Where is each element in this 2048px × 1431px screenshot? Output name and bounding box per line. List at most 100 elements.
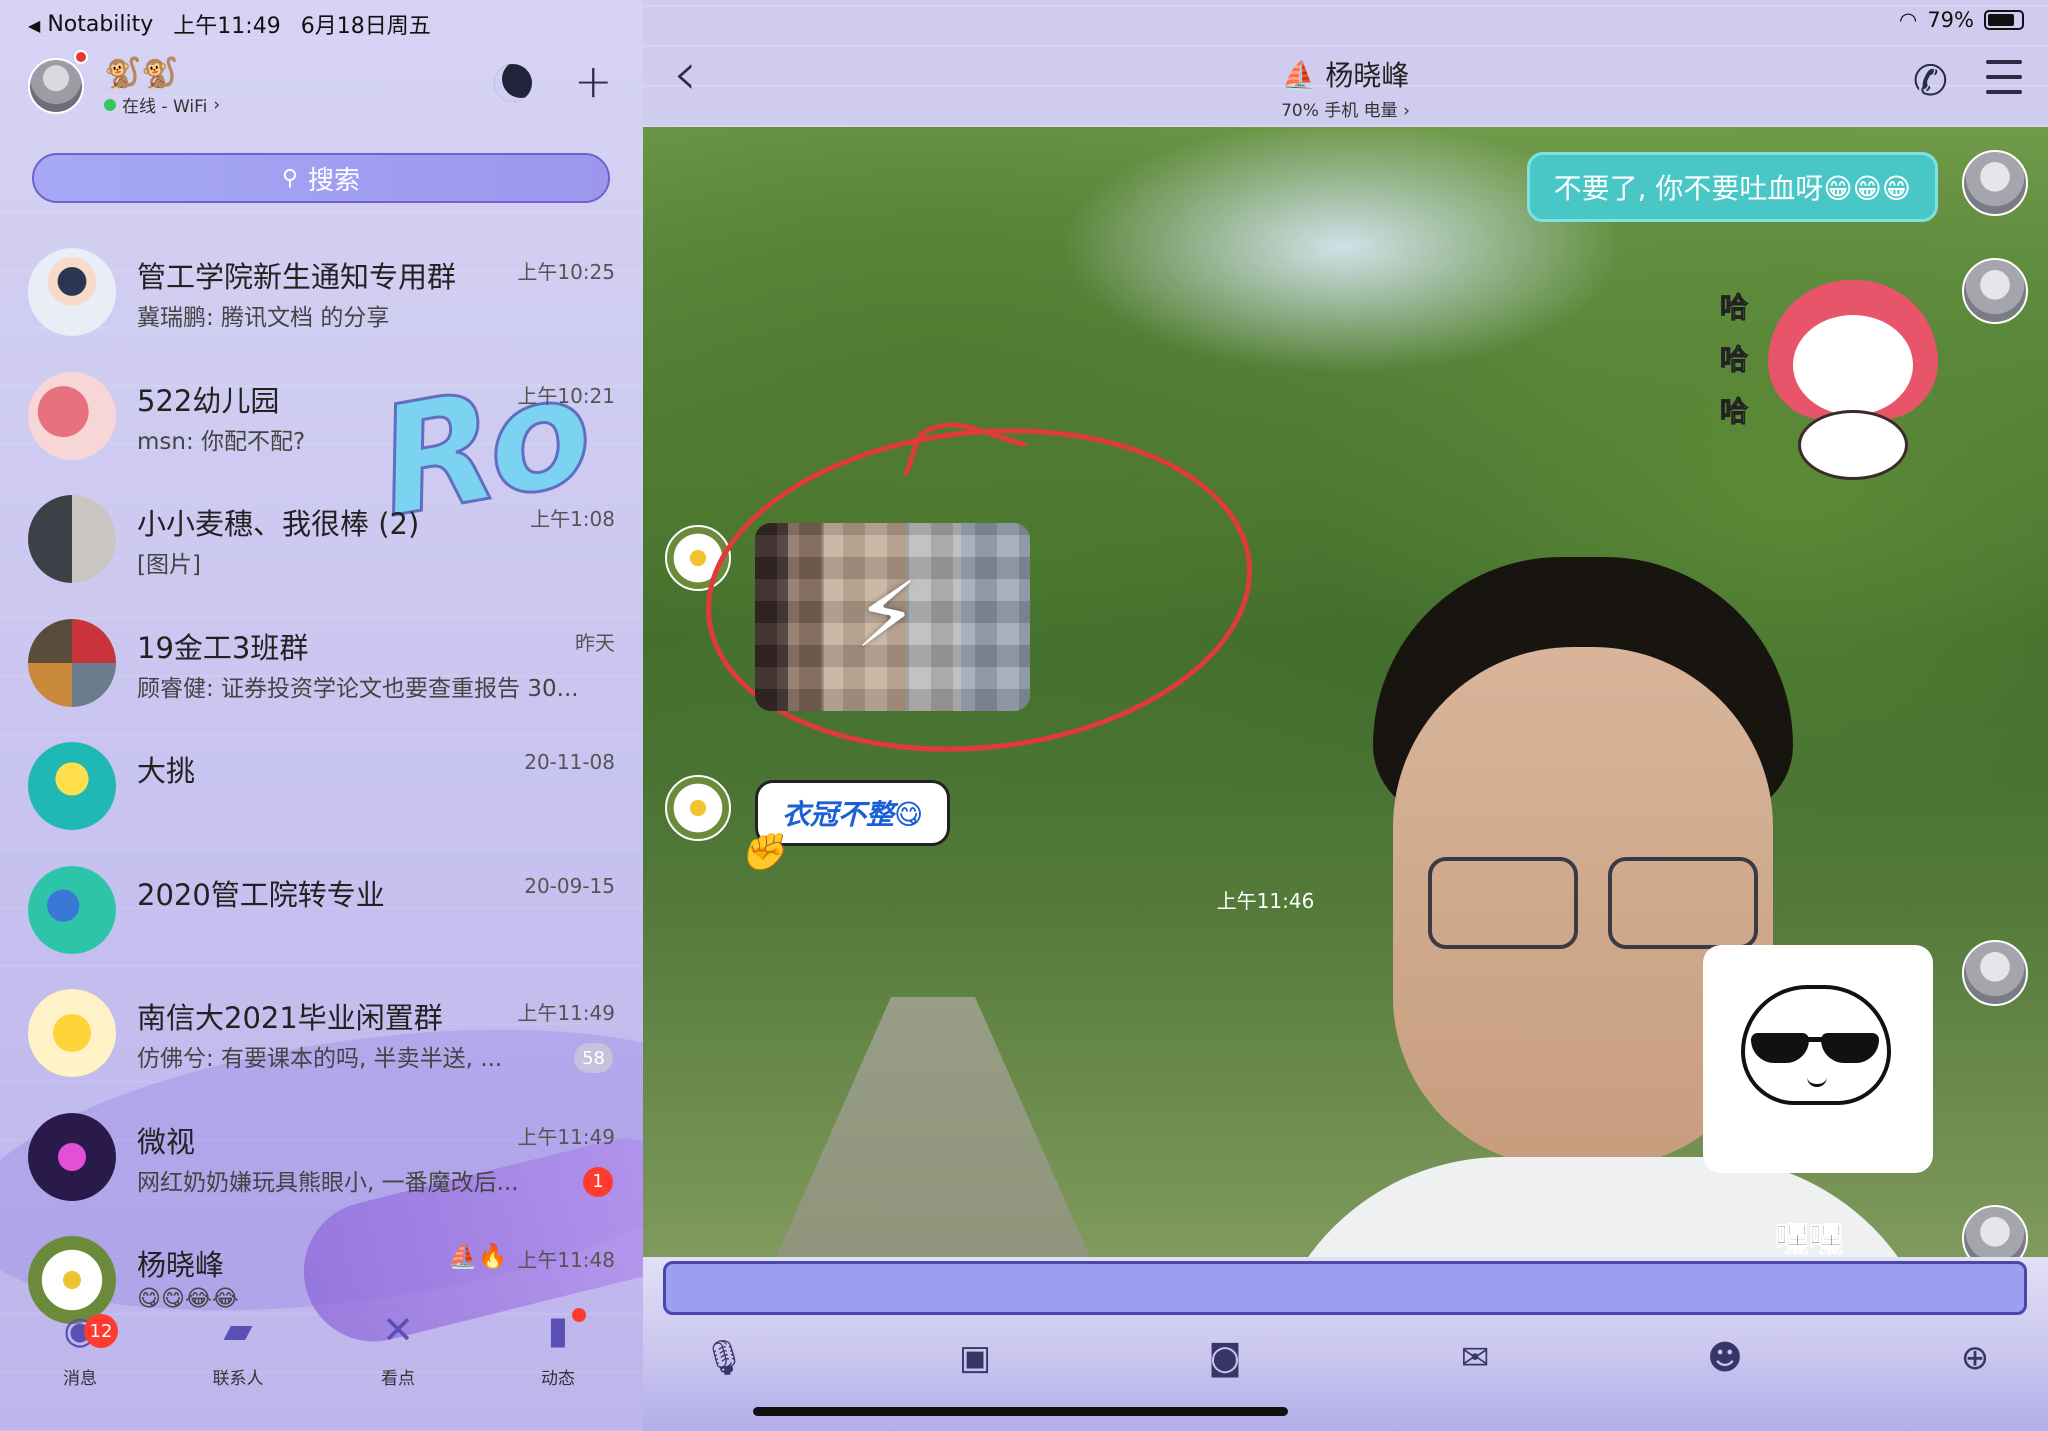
composer-toolbar: 🎙 ▣ ◙ ✉ ☻ ⊕ bbox=[643, 1333, 2048, 1393]
conversation-pane: ◠ 79% ‹ ⛵ 杨晓峰 70% 手机 电量 › ✆ 不要了, 你不要吐血呀😁… bbox=[643, 0, 2048, 1431]
wifi-icon: ◠ bbox=[1898, 8, 1918, 32]
tab-watch[interactable]: ✕ 看点 bbox=[348, 1300, 448, 1389]
avatar-decoration: 🐒🐒 bbox=[104, 56, 179, 91]
watch-icon: ✕ bbox=[382, 1308, 414, 1352]
chat-name: 杨晓峰 bbox=[137, 1248, 225, 1282]
chat-preview: 顾睿健: 证券投资学论文也要查重报告 30... bbox=[137, 675, 579, 702]
chat-time: 20-09-15 bbox=[524, 873, 615, 898]
list-item[interactable]: 大挑 20-11-08 bbox=[0, 724, 643, 848]
unread-badge: 58 bbox=[574, 1043, 613, 1073]
back-to-app-link[interactable]: ◀ Notability bbox=[28, 12, 153, 37]
chat-preview: 冀瑞鹏: 腾讯文档 的分享 bbox=[137, 305, 390, 331]
composer: 🎙 ▣ ◙ ✉ ☻ ⊕ bbox=[643, 1257, 2048, 1431]
chat-time: 昨天 bbox=[575, 630, 615, 655]
conversation-list: 管工学院新生通知专用群 冀瑞鹏: 腾讯文档 的分享 上午10:25 522幼儿园… bbox=[0, 230, 643, 1342]
heihei-sticker-text: 嘿嘿 bbox=[1775, 1220, 1844, 1261]
chat-time: 20-11-08 bbox=[524, 750, 615, 774]
chat-time: 上午11:49 bbox=[517, 1001, 615, 1025]
chat-name: 南信大2021毕业闲置群 bbox=[137, 1001, 443, 1035]
battery-icon bbox=[1984, 10, 2024, 30]
my-avatar[interactable] bbox=[1962, 258, 2028, 324]
chat-time: 上午11:48 bbox=[517, 1248, 615, 1272]
menu-icon[interactable] bbox=[1986, 60, 2022, 94]
avatar bbox=[28, 865, 116, 954]
list-item[interactable]: 南信大2021毕业闲置群 仿佛兮: 有要课本的吗, 半卖半送, ... 上午11… bbox=[0, 971, 643, 1095]
chat-name: 2020管工院转专业 bbox=[137, 877, 385, 912]
tab-feed[interactable]: ▮ 动态 bbox=[508, 1300, 608, 1389]
status-time: 上午11:49 bbox=[173, 14, 281, 39]
chat-name: 小小麦穗、我很棒 (2) bbox=[137, 507, 420, 541]
avatar bbox=[28, 989, 116, 1077]
ha-text: 哈 哈 哈 bbox=[1719, 291, 1748, 429]
chat-preview: 网红奶奶嫌玩具熊眼小, 一番魔改后... bbox=[137, 1169, 519, 1196]
chat-time: 上午10:21 bbox=[517, 383, 615, 408]
chat-list-pane: Ro ◀ Notability 上午11:49 6月18日周五 🐒🐒 在线 - … bbox=[0, 0, 643, 1431]
notification-dot bbox=[74, 50, 88, 64]
plus-icon[interactable]: ⊕ bbox=[1950, 1333, 2000, 1383]
avatar bbox=[28, 742, 116, 830]
online-dot-icon bbox=[104, 98, 116, 111]
rabbit-sticker[interactable] bbox=[1758, 270, 1938, 480]
feed-icon: ▮ bbox=[547, 1308, 569, 1352]
bottom-tab-bar: ◉ 12 消息 ▰ 联系人 ✕ 看点 ▮ 动态 bbox=[0, 1300, 643, 1431]
list-item[interactable]: 522幼儿园 msn: 你配不配? 上午10:21 bbox=[0, 354, 643, 478]
avatar bbox=[28, 371, 116, 460]
avatar bbox=[28, 1112, 116, 1201]
tab-badge: 12 bbox=[84, 1314, 118, 1348]
unread-badge: 1 bbox=[583, 1166, 613, 1197]
flash-photo-message[interactable]: ⚡ bbox=[755, 523, 1030, 711]
chevron-right-icon: › bbox=[213, 94, 221, 115]
status-date: 6月18日周五 bbox=[300, 14, 431, 39]
chat-name: 19金工3班群 bbox=[137, 630, 309, 665]
my-avatar[interactable] bbox=[28, 58, 84, 114]
tab-messages[interactable]: ◉ 12 消息 bbox=[30, 1300, 130, 1389]
contacts-icon: ▰ bbox=[223, 1308, 253, 1352]
chat-preview: 仿佛兮: 有要课本的吗, 半卖半送, ... bbox=[137, 1046, 503, 1072]
emoji-icon[interactable]: ☻ bbox=[1700, 1333, 1750, 1383]
lightning-icon: ⚡ bbox=[855, 563, 919, 668]
message-input[interactable] bbox=[663, 1261, 2027, 1315]
list-item[interactable]: 管工学院新生通知专用群 冀瑞鹏: 腾讯文档 的分享 上午10:25 bbox=[0, 230, 643, 354]
online-status[interactable]: 在线 - WiFi › bbox=[104, 92, 220, 117]
camera-icon[interactable]: ◙ bbox=[1200, 1333, 1250, 1383]
dark-mode-button[interactable] bbox=[494, 64, 532, 102]
list-item[interactable]: 微视 网红奶奶嫌玩具熊眼小, 一番魔改后... 上午11:49 1 bbox=[0, 1095, 643, 1219]
list-item[interactable]: 19金工3班群 顾睿健: 证券投资学论文也要查重报告 30... 昨天 bbox=[0, 601, 643, 725]
fist-icon: ✊ bbox=[740, 832, 785, 873]
battery-percent: 79% bbox=[1927, 8, 1974, 32]
chat-name: 大挑 bbox=[137, 754, 196, 788]
search-input[interactable]: ⚲ 搜索 bbox=[32, 153, 610, 203]
status-bar-right: ◠ 79% bbox=[1899, 8, 2024, 32]
peer-avatar[interactable] bbox=[665, 775, 731, 841]
chat-name: 管工学院新生通知专用群 bbox=[137, 260, 457, 294]
list-item[interactable]: 2020管工院转专业 20-09-15 bbox=[0, 848, 643, 972]
sunglasses-sticker[interactable] bbox=[1703, 945, 1933, 1173]
text-sticker-message[interactable]: 衣冠不整😋 ✊ bbox=[740, 780, 951, 873]
avatar bbox=[28, 618, 116, 707]
tab-contacts[interactable]: ▰ 联系人 bbox=[188, 1300, 288, 1389]
chat-emoji-tag: ⛵🔥 bbox=[448, 1242, 508, 1270]
chat-time: 上午11:49 bbox=[517, 1124, 615, 1149]
chat-header: ◠ 79% ‹ ⛵ 杨晓峰 70% 手机 电量 › ✆ bbox=[643, 0, 2048, 127]
my-message-bubble[interactable]: 不要了, 你不要吐血呀😁😁😁 bbox=[1526, 152, 1938, 222]
search-icon: ⚲ bbox=[281, 165, 299, 191]
chat-name: 微视 bbox=[137, 1124, 196, 1159]
chat-name: 522幼儿园 bbox=[137, 383, 280, 418]
phone-icon[interactable]: ✆ bbox=[1913, 56, 1948, 105]
list-item[interactable]: 小小麦穗、我很棒 (2) [图片] 上午1:08 bbox=[0, 477, 643, 601]
avatar bbox=[28, 248, 116, 336]
chat-time: 上午1:08 bbox=[530, 507, 615, 531]
peer-name[interactable]: ⛵ 杨晓峰 bbox=[643, 54, 2048, 94]
peer-status[interactable]: 70% 手机 电量 › bbox=[643, 96, 2048, 121]
add-button[interactable]: + bbox=[574, 56, 613, 106]
notification-dot bbox=[572, 1308, 586, 1322]
message-timestamp: 上午11:46 bbox=[1216, 889, 1315, 913]
image-icon[interactable]: ▣ bbox=[950, 1333, 1000, 1383]
red-packet-icon[interactable]: ✉ bbox=[1450, 1333, 1500, 1383]
my-avatar[interactable] bbox=[1962, 940, 2028, 1006]
my-avatar[interactable] bbox=[1962, 150, 2028, 216]
chat-preview: msn: 你配不配? bbox=[137, 428, 306, 455]
home-indicator bbox=[753, 1407, 1288, 1416]
avatar bbox=[28, 495, 116, 583]
mic-icon[interactable]: 🎙 bbox=[699, 1333, 749, 1383]
